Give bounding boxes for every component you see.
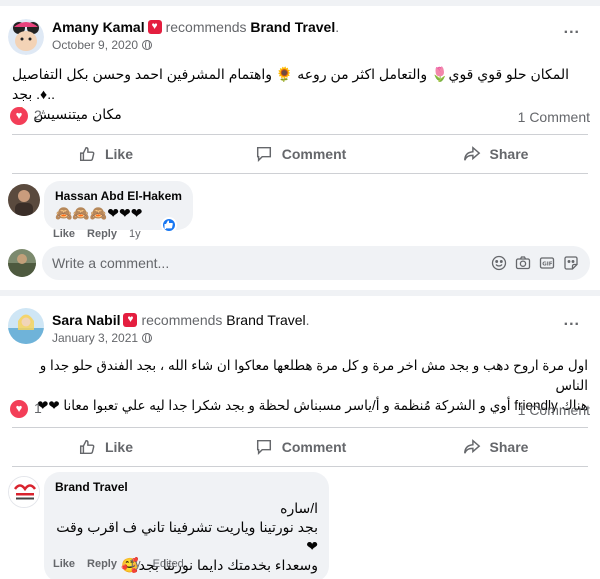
reaction-count: 2 [34, 107, 42, 123]
comment-reply-button[interactable]: Reply [87, 558, 117, 570]
comment-icon [254, 437, 274, 457]
comment-time[interactable]: 1y [129, 558, 141, 570]
gif-icon[interactable]: GIF [538, 254, 556, 272]
share-icon [462, 144, 482, 164]
post-card: Sara Nabilrecommends Brand Travel. Janua… [0, 296, 600, 579]
recommends-text: recommends [141, 312, 223, 328]
page-avatar[interactable] [8, 476, 40, 508]
comment-count[interactable]: 1 Comment [518, 109, 590, 125]
like-label: Like [104, 439, 133, 455]
post-body-line: المكان حلو قوي قوي🌷 والتعامل اكثر من روع… [12, 66, 569, 102]
comment-time[interactable]: 1y [129, 228, 141, 240]
post-date-text[interactable]: January 3, 2021 [52, 331, 138, 345]
share-button[interactable]: Share [400, 137, 590, 171]
comment-count[interactable]: 1 Comment [518, 402, 590, 418]
like-button[interactable]: Like [10, 430, 200, 464]
post-body-line: مكان ميتنسيش 👍 [12, 106, 122, 122]
reaction-summary[interactable]: ♥ 1 [10, 400, 42, 419]
comment-actions: Like Reply 1y Edited [53, 558, 196, 570]
divider [12, 427, 588, 428]
post-card: Amany Kamalrecommends Brand Travel. Octo… [0, 6, 600, 290]
globe-icon [142, 333, 153, 343]
comment-label: Comment [281, 146, 347, 162]
share-icon [462, 437, 482, 457]
commenter-name[interactable]: Brand Travel [55, 479, 318, 495]
recommend-badge-icon [123, 313, 138, 327]
post-body-line: هناك friendly أوي و الشركة مُنظمة و أ/يا… [37, 398, 588, 413]
camera-icon[interactable] [514, 254, 532, 272]
comment-text-line: ا/ساره [280, 500, 318, 516]
recommends-text: recommends [165, 19, 247, 35]
post-body: اول مرة اروح دهب و بجد مش اخر مرة و كل م… [12, 356, 588, 416]
author-name[interactable]: Amany Kamal [52, 19, 145, 35]
comment-text-line: بجد نورتينا وياريت تشرفينا تاني ف اقرب و… [56, 519, 318, 554]
heart-reaction-icon: ♥ [10, 107, 28, 126]
post-date-text[interactable]: October 9, 2020 [52, 38, 138, 52]
post-body: المكان حلو قوي قوي🌷 والتعامل اكثر من روع… [12, 64, 588, 124]
post-header: Amany Kamalrecommends Brand Travel. [52, 18, 339, 36]
author-avatar[interactable] [8, 308, 44, 344]
commenter-name[interactable]: Hassan Abd El-Hakem [55, 188, 182, 204]
comment-button[interactable]: Comment [205, 430, 395, 464]
page-name[interactable]: Brand Travel [226, 312, 305, 328]
comment-label: Comment [281, 439, 347, 455]
like-badge-icon [161, 217, 177, 233]
svg-text:GIF: GIF [542, 262, 553, 268]
comment-actions: Like Reply 1y [53, 228, 153, 240]
divider [12, 466, 588, 467]
like-button[interactable]: Like [10, 137, 200, 171]
recommend-badge-icon [147, 20, 162, 34]
like-icon [77, 144, 97, 164]
current-user-avatar[interactable] [8, 249, 36, 277]
post-date: January 3, 2021 [52, 330, 153, 346]
comment-edited[interactable]: Edited [153, 558, 184, 570]
like-icon [77, 437, 97, 457]
comment-like-button[interactable]: Like [53, 228, 75, 240]
reaction-count: 1 [34, 400, 42, 416]
post-header: Sara Nabilrecommends Brand Travel. [52, 311, 310, 329]
divider [12, 134, 588, 135]
more-options-icon[interactable]: ... [564, 312, 580, 330]
share-button[interactable]: Share [400, 430, 590, 464]
comment-like-button[interactable]: Like [53, 558, 75, 570]
write-comment-box[interactable]: GIF [42, 246, 590, 280]
comment-reply-button[interactable]: Reply [87, 228, 117, 240]
share-label: Share [489, 439, 529, 455]
globe-icon [142, 40, 153, 50]
post-date: October 9, 2020 [52, 37, 153, 53]
heart-reaction-icon: ♥ [10, 400, 28, 419]
post-body-line: اول مرة اروح دهب و بجد مش اخر مرة و كل م… [39, 358, 588, 393]
author-avatar[interactable] [8, 19, 44, 55]
like-label: Like [104, 146, 133, 162]
reaction-summary[interactable]: ♥ 2 [10, 107, 42, 126]
author-name[interactable]: Sara Nabil [52, 312, 120, 328]
write-comment-input[interactable] [52, 255, 484, 271]
more-options-icon[interactable]: ... [564, 20, 580, 38]
comment-icon [254, 144, 274, 164]
commenter-avatar[interactable] [8, 184, 40, 216]
emoji-icon[interactable] [490, 254, 508, 272]
comment-button[interactable]: Comment [205, 137, 395, 171]
page-name[interactable]: Brand Travel [250, 19, 335, 35]
sticker-icon[interactable] [562, 254, 580, 272]
divider [12, 173, 588, 174]
share-label: Share [489, 146, 529, 162]
